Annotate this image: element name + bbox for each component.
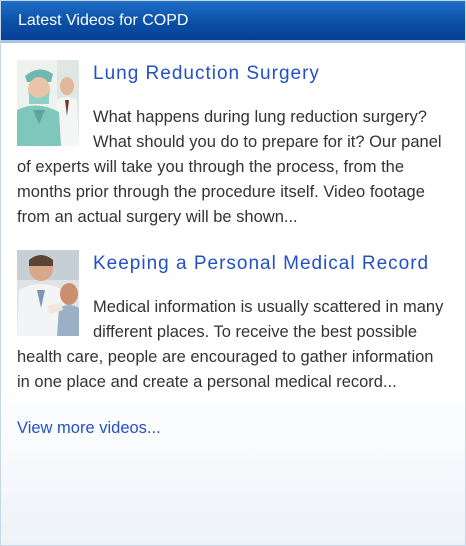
surgeons-thumbnail-image[interactable] [17, 60, 79, 146]
video-description: Medical information is usually scattered… [17, 298, 444, 391]
videos-widget: Latest Videos for COPD Lung Reduction Su… [0, 0, 466, 546]
view-more-videos-link[interactable]: View more videos... [17, 419, 465, 438]
widget-header: Latest Videos for COPD [1, 1, 465, 43]
widget-title: Latest Videos for COPD [18, 12, 189, 29]
doctors-thumbnail-image[interactable] [17, 250, 79, 336]
video-description: What happens during lung reduction surge… [17, 108, 442, 226]
video-title-link[interactable]: Keeping a Personal Medical Record [17, 250, 449, 277]
video-item: Keeping a Personal Medical Record Medica… [1, 250, 465, 395]
video-item: Lung Reduction Surgery What happens duri… [1, 60, 465, 230]
video-title-link[interactable]: Lung Reduction Surgery [17, 60, 449, 87]
